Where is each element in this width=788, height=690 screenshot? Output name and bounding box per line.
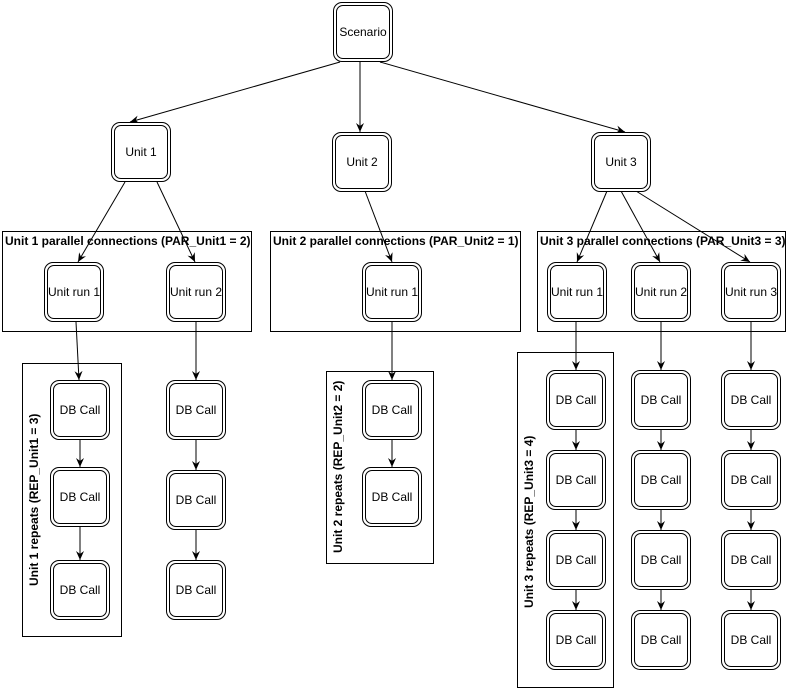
db-call-node[interactable]: DB Call: [50, 380, 110, 440]
db-call-node[interactable]: DB Call: [546, 370, 606, 430]
unit3-repeats-title: Unit 3 repeats (REP_Unit3 = 4): [522, 435, 536, 608]
unit3-run2-node[interactable]: Unit run 2: [631, 262, 691, 322]
diagram-canvas: Unit 1 parallel connections (PAR_Unit1 =…: [0, 0, 788, 690]
db-call-node[interactable]: DB Call: [50, 467, 110, 527]
db-call-node[interactable]: DB Call: [721, 450, 781, 510]
unit1-parallel-title: Unit 1 parallel connections (PAR_Unit1 =…: [5, 234, 251, 248]
unit2-repeats-title: Unit 2 repeats (REP_Unit2 = 2): [331, 380, 345, 553]
db-call-node[interactable]: DB Call: [546, 610, 606, 670]
db-call-node[interactable]: DB Call: [362, 380, 422, 440]
unit1-run1-node[interactable]: Unit run 1: [44, 262, 104, 322]
unit2-run1-node[interactable]: Unit run 1: [362, 262, 422, 322]
db-call-node[interactable]: DB Call: [546, 450, 606, 510]
unit1-run2-node[interactable]: Unit run 2: [166, 262, 226, 322]
db-call-node[interactable]: DB Call: [721, 610, 781, 670]
db-call-node[interactable]: DB Call: [631, 370, 691, 430]
db-call-node[interactable]: DB Call: [631, 610, 691, 670]
arrow-connector: [129, 61, 341, 124]
db-call-node[interactable]: DB Call: [721, 370, 781, 430]
unit1-repeats-title: Unit 1 repeats (REP_Unit1 = 3): [27, 413, 41, 586]
db-call-node[interactable]: DB Call: [631, 530, 691, 590]
db-call-node[interactable]: DB Call: [631, 450, 691, 510]
db-call-node[interactable]: DB Call: [50, 560, 110, 620]
unit2-node[interactable]: Unit 2: [332, 132, 392, 192]
db-call-node[interactable]: DB Call: [362, 467, 422, 527]
db-call-node[interactable]: DB Call: [166, 470, 226, 530]
arrow-connector: [379, 61, 626, 134]
unit3-node[interactable]: Unit 3: [591, 132, 651, 192]
unit3-run1-node[interactable]: Unit run 1: [547, 262, 607, 322]
unit1-node[interactable]: Unit 1: [111, 122, 171, 182]
db-call-node[interactable]: DB Call: [721, 530, 781, 590]
db-call-node[interactable]: DB Call: [546, 530, 606, 590]
scenario-node[interactable]: Scenario: [333, 2, 393, 62]
unit3-run3-node[interactable]: Unit run 3: [721, 262, 781, 322]
db-call-node[interactable]: DB Call: [166, 380, 226, 440]
unit2-parallel-title: Unit 2 parallel connections (PAR_Unit2 =…: [273, 234, 519, 248]
db-call-node[interactable]: DB Call: [166, 560, 226, 620]
unit3-parallel-title: Unit 3 parallel connections (PAR_Unit3 =…: [540, 234, 786, 248]
